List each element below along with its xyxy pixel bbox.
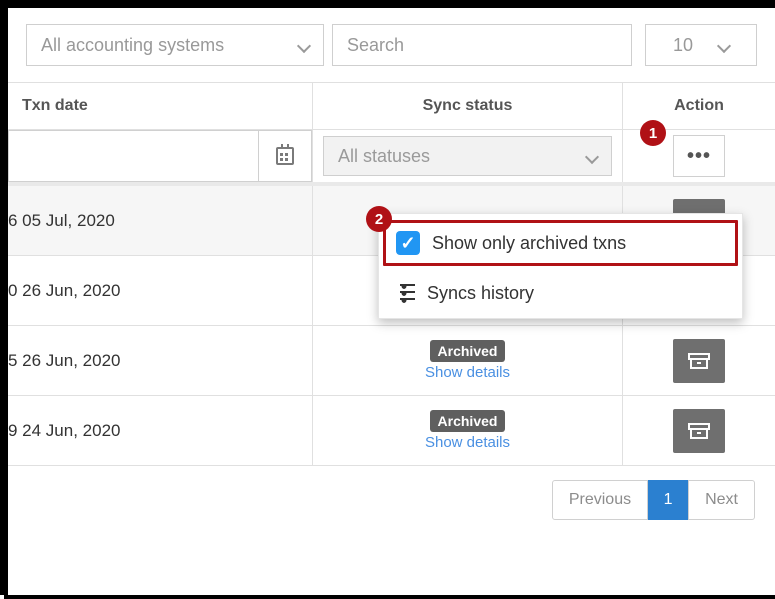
checkbox-checked-icon: ✓ <box>396 231 420 255</box>
table-row: 9 24 Jun, 2020 Archived Show details <box>8 396 775 466</box>
cell-txn-date: 5 26 Jun, 2020 <box>8 326 313 395</box>
chevron-down-icon <box>291 35 309 56</box>
search-input[interactable]: Search <box>332 24 632 66</box>
pager-next[interactable]: Next <box>688 480 755 520</box>
callout-marker-1: 1 <box>640 120 666 146</box>
syncs-history[interactable]: Syncs history <box>379 270 742 316</box>
cell-txn-date: 0 26 Jun, 2020 <box>8 256 313 325</box>
pager-previous[interactable]: Previous <box>552 480 648 520</box>
txn-date-filter <box>8 130 313 182</box>
status-select-placeholder: All statuses <box>338 146 430 167</box>
sync-status-filter: All statuses <box>313 130 623 182</box>
action-menu-button[interactable]: ••• <box>673 135 725 177</box>
search-placeholder: Search <box>347 35 404 56</box>
pager-page-1[interactable]: 1 <box>648 480 688 520</box>
txn-date-input[interactable] <box>8 130 258 182</box>
box-icon <box>687 421 711 441</box>
ellipsis-icon: ••• <box>687 145 711 168</box>
show-details-link[interactable]: Show details <box>425 434 510 451</box>
archive-box-button[interactable] <box>673 339 725 383</box>
cell-sync-status: Archived Show details <box>313 326 623 395</box>
action-dropdown: ✓ Show only archived txns Syncs history <box>378 213 743 319</box>
box-icon <box>687 351 711 371</box>
table-row: 5 26 Jun, 2020 Archived Show details <box>8 326 775 396</box>
toggle-show-archived[interactable]: ✓ Show only archived txns <box>383 220 738 266</box>
col-header-sync-status: Sync status <box>313 83 623 129</box>
cell-txn-date: 9 24 Jun, 2020 <box>8 396 313 465</box>
chevron-down-icon <box>711 35 729 56</box>
accounting-system-label: All accounting systems <box>41 35 224 56</box>
page-size-value: 10 <box>673 35 693 56</box>
pagination: Previous 1 Next <box>8 466 775 520</box>
filter-bar: All accounting systems Search 10 <box>8 8 775 82</box>
cell-action <box>623 326 775 395</box>
show-details-link[interactable]: Show details <box>425 364 510 381</box>
accounting-system-select[interactable]: All accounting systems <box>26 24 324 66</box>
cell-txn-date: 6 05 Jul, 2020 <box>8 186 313 255</box>
col-header-txn-date: Txn date <box>8 83 313 129</box>
status-select[interactable]: All statuses <box>323 136 612 176</box>
chevron-down-icon <box>579 146 597 167</box>
page-size-select[interactable]: 10 <box>645 24 757 66</box>
callout-marker-2: 2 <box>366 206 392 232</box>
toggle-show-archived-label: Show only archived txns <box>432 233 626 254</box>
list-icon <box>393 283 415 303</box>
archived-badge: Archived <box>430 410 506 432</box>
archive-box-button[interactable] <box>673 409 725 453</box>
cell-action <box>623 396 775 465</box>
calendar-button[interactable] <box>258 130 312 182</box>
cell-sync-status: Archived Show details <box>313 396 623 465</box>
syncs-history-label: Syncs history <box>427 283 534 304</box>
calendar-icon <box>276 147 294 165</box>
archived-badge: Archived <box>430 340 506 362</box>
